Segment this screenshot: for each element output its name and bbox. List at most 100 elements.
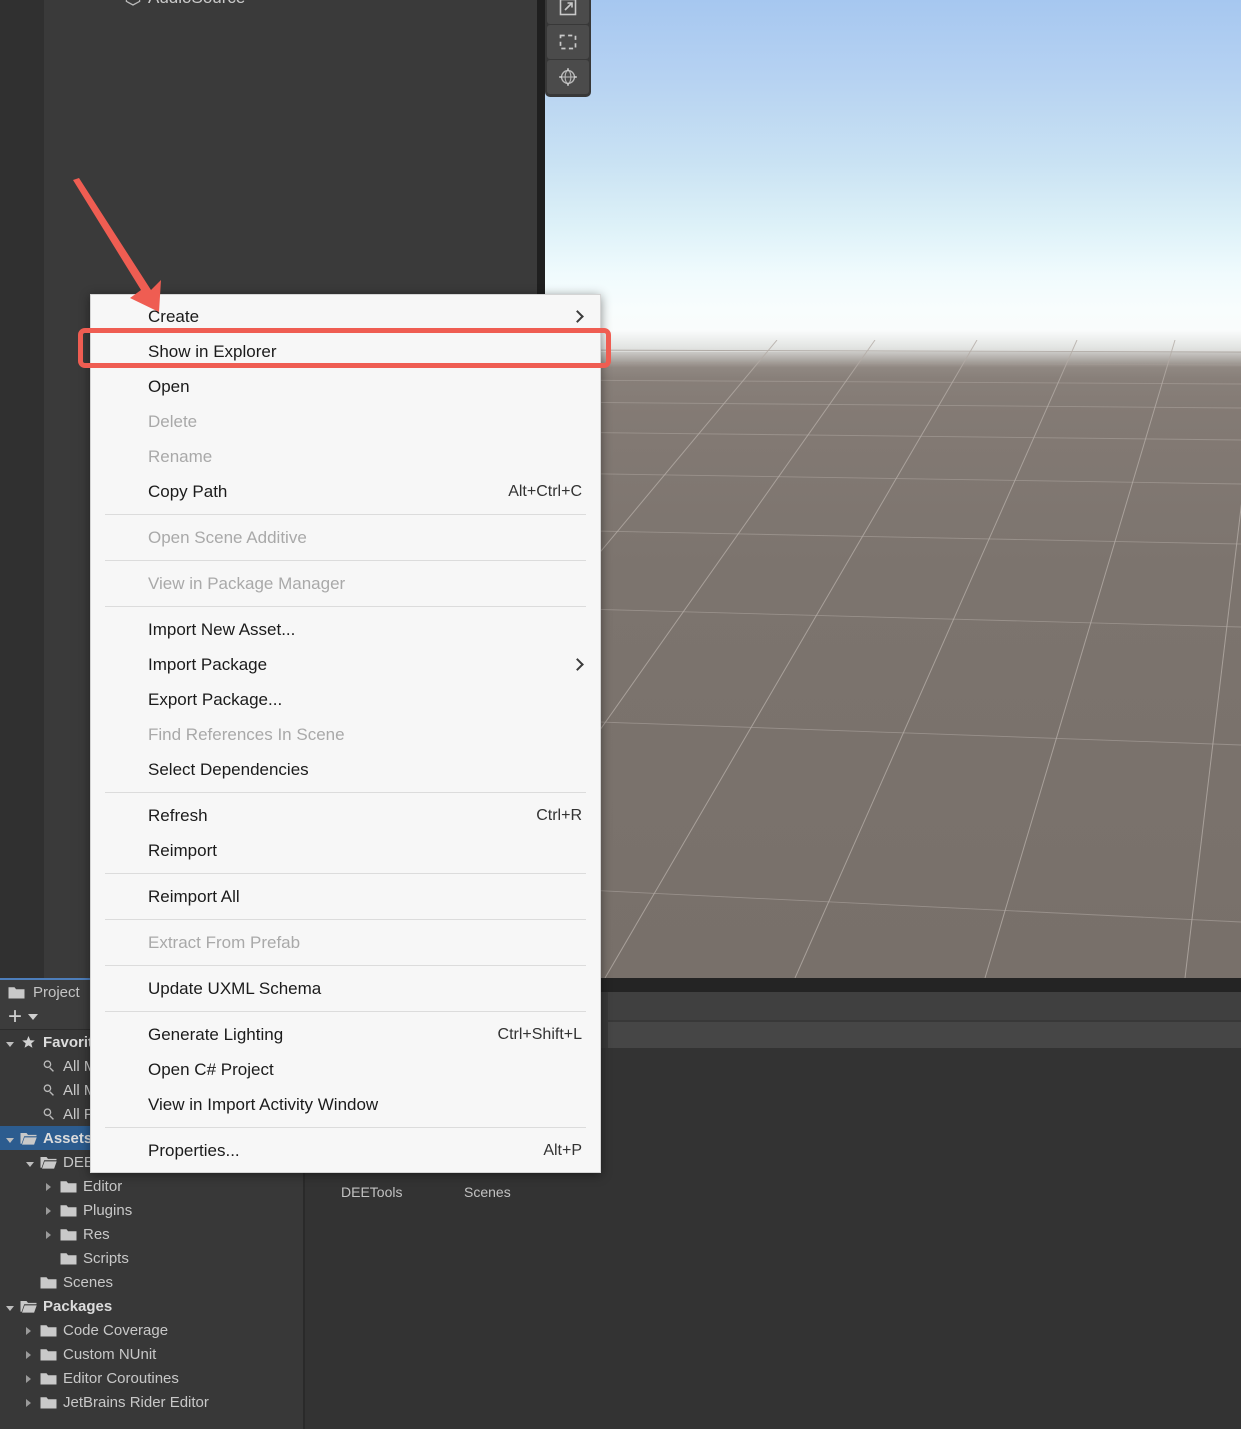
menu-item-open[interactable]: Open <box>91 369 600 404</box>
menu-item-label: Show in Explorer <box>148 341 277 361</box>
menu-item-label: Generate Lighting <box>148 1024 284 1044</box>
folder-icon <box>60 1181 77 1193</box>
tree-item-jetbrains-rider-editor[interactable]: JetBrains Rider Editor <box>0 1390 304 1414</box>
menu-item-label: Extract From Prefab <box>148 932 301 952</box>
tree-item-plugins[interactable]: Plugins <box>0 1198 304 1222</box>
menu-item-view-in-import-activity-window[interactable]: View in Import Activity Window <box>91 1087 600 1122</box>
menu-item-label: Create <box>148 306 200 326</box>
folder-icon <box>60 1205 77 1217</box>
menu-separator <box>105 873 586 874</box>
menu-item-generate-lighting[interactable]: Generate Lighting Ctrl+Shift+L <box>91 1017 600 1052</box>
tree-item-code-coverage[interactable]: Code Coverage <box>0 1318 304 1342</box>
menu-item-label: Delete <box>148 411 198 431</box>
project-asset-context-menu[interactable]: Create Show in Explorer Open Delete Rename Co… <box>90 294 601 1173</box>
inspector-component-audiosource[interactable]: AudioSource <box>124 0 245 8</box>
folder-icon <box>60 1229 77 1241</box>
tree-item-label: Assets <box>43 1129 93 1147</box>
search-icon <box>43 1084 54 1096</box>
project-content-toolbar[interactable] <box>608 992 1241 1020</box>
menu-item-export-package[interactable]: Export Package... <box>91 682 600 717</box>
scene-view-tool-column[interactable] <box>545 0 591 97</box>
menu-separator <box>105 919 586 920</box>
add-asset-button[interactable]: + <box>8 1004 22 1028</box>
menu-item-reimport[interactable]: Reimport <box>91 833 600 868</box>
folder-icon <box>40 1349 57 1361</box>
tree-caret-down-icon[interactable] <box>6 1130 20 1147</box>
scene-tool-rect-tool[interactable] <box>547 25 589 59</box>
grid-folder-label[interactable]: DEETools <box>341 1184 402 1200</box>
menu-item-label: Select Dependencies <box>148 759 309 779</box>
tree-item-editor[interactable]: Editor <box>0 1174 304 1198</box>
tree-item-scenes[interactable]: Scenes <box>0 1270 304 1294</box>
menu-separator <box>105 1127 586 1128</box>
menu-separator <box>105 606 586 607</box>
tree-item-label: Scenes <box>63 1273 114 1291</box>
menu-item-label: Open C# Project <box>148 1059 274 1079</box>
menu-item-copy-path[interactable]: Copy Path Alt+Ctrl+C <box>91 474 600 509</box>
menu-item-properties[interactable]: Properties... Alt+P <box>91 1133 600 1168</box>
audio-source-icon <box>125 0 141 6</box>
search-icon <box>43 1108 54 1120</box>
tree-item-res[interactable]: Res <box>0 1222 304 1246</box>
menu-item-label: Open Scene Additive <box>148 527 307 547</box>
tree-item-custom-nunit[interactable]: Custom NUnit <box>0 1342 304 1366</box>
menu-item-open-c-project[interactable]: Open C# Project <box>91 1052 600 1087</box>
scene-tool-move-tool[interactable] <box>547 0 589 24</box>
tree-item-label: Editor Coroutines <box>63 1369 179 1387</box>
tree-caret-right-icon[interactable] <box>26 1394 40 1411</box>
tree-caret-right-icon[interactable] <box>46 1178 60 1195</box>
tree-caret-down-icon[interactable] <box>6 1298 20 1315</box>
tree-item-scripts[interactable]: Scripts <box>0 1246 304 1270</box>
menu-separator <box>105 965 586 966</box>
project-breadcrumb-bar[interactable] <box>608 1022 1241 1048</box>
menu-item-import-new-asset[interactable]: Import New Asset... <box>91 612 600 647</box>
folder-open-icon <box>20 1133 37 1145</box>
menu-item-import-package[interactable]: Import Package <box>91 647 600 682</box>
hierarchy-left-strip <box>0 0 44 978</box>
folder-icon <box>8 987 25 999</box>
folder-icon <box>40 1325 57 1337</box>
tree-caret-right-icon[interactable] <box>26 1346 40 1363</box>
menu-item-shortcut: Ctrl+R <box>536 806 582 824</box>
dashed-rect-icon <box>559 34 577 50</box>
menu-item-select-dependencies[interactable]: Select Dependencies <box>91 752 600 787</box>
menu-item-label: View in Import Activity Window <box>148 1094 379 1114</box>
menu-item-label: Reimport <box>148 840 217 860</box>
menu-item-show-in-explorer[interactable]: Show in Explorer <box>91 334 600 369</box>
menu-separator <box>105 1011 586 1012</box>
menu-item-open-scene-additive: Open Scene Additive <box>91 520 600 555</box>
folder-open-icon <box>40 1157 57 1169</box>
tree-item-label: Code Coverage <box>63 1321 169 1339</box>
scene-view[interactable] <box>545 0 1241 978</box>
tree-item-label: Plugins <box>83 1201 133 1219</box>
grid-folder-label[interactable]: Scenes <box>464 1184 511 1200</box>
menu-separator <box>105 514 586 515</box>
tree-item-label: Res <box>83 1225 110 1243</box>
menu-item-rename: Rename <box>91 439 600 474</box>
menu-item-find-references-in-scene: Find References In Scene <box>91 717 600 752</box>
menu-item-label: Export Package... <box>148 689 283 709</box>
tree-caret-down-icon[interactable] <box>26 1154 40 1171</box>
tree-caret-down-icon[interactable] <box>6 1034 20 1051</box>
menu-item-update-uxml-schema[interactable]: Update UXML Schema <box>91 971 600 1006</box>
tree-item-packages[interactable]: Packages <box>0 1294 304 1318</box>
scene-tool-transform-tool[interactable] <box>547 60 589 94</box>
menu-item-label: View in Package Manager <box>148 573 346 593</box>
menu-item-label: Find References In Scene <box>148 724 345 744</box>
menu-item-label: Open <box>148 376 190 396</box>
scene-sky <box>545 0 1241 352</box>
scene-ground-grid <box>545 340 1241 978</box>
chevron-down-icon[interactable] <box>28 1013 39 1020</box>
menu-item-label: Refresh <box>148 805 208 825</box>
menu-item-create[interactable]: Create <box>91 299 600 334</box>
tree-item-editor-coroutines[interactable]: Editor Coroutines <box>0 1366 304 1390</box>
tree-caret-right-icon[interactable] <box>26 1322 40 1339</box>
menu-item-label: Import New Asset... <box>148 619 296 639</box>
tree-caret-right-icon[interactable] <box>46 1226 60 1243</box>
tree-caret-right-icon[interactable] <box>26 1370 40 1387</box>
menu-item-reimport-all[interactable]: Reimport All <box>91 879 600 914</box>
menu-item-label: Rename <box>148 446 213 466</box>
menu-item-refresh[interactable]: Refresh Ctrl+R <box>91 798 600 833</box>
tree-caret-right-icon[interactable] <box>46 1202 60 1219</box>
folder-icon <box>40 1277 57 1289</box>
